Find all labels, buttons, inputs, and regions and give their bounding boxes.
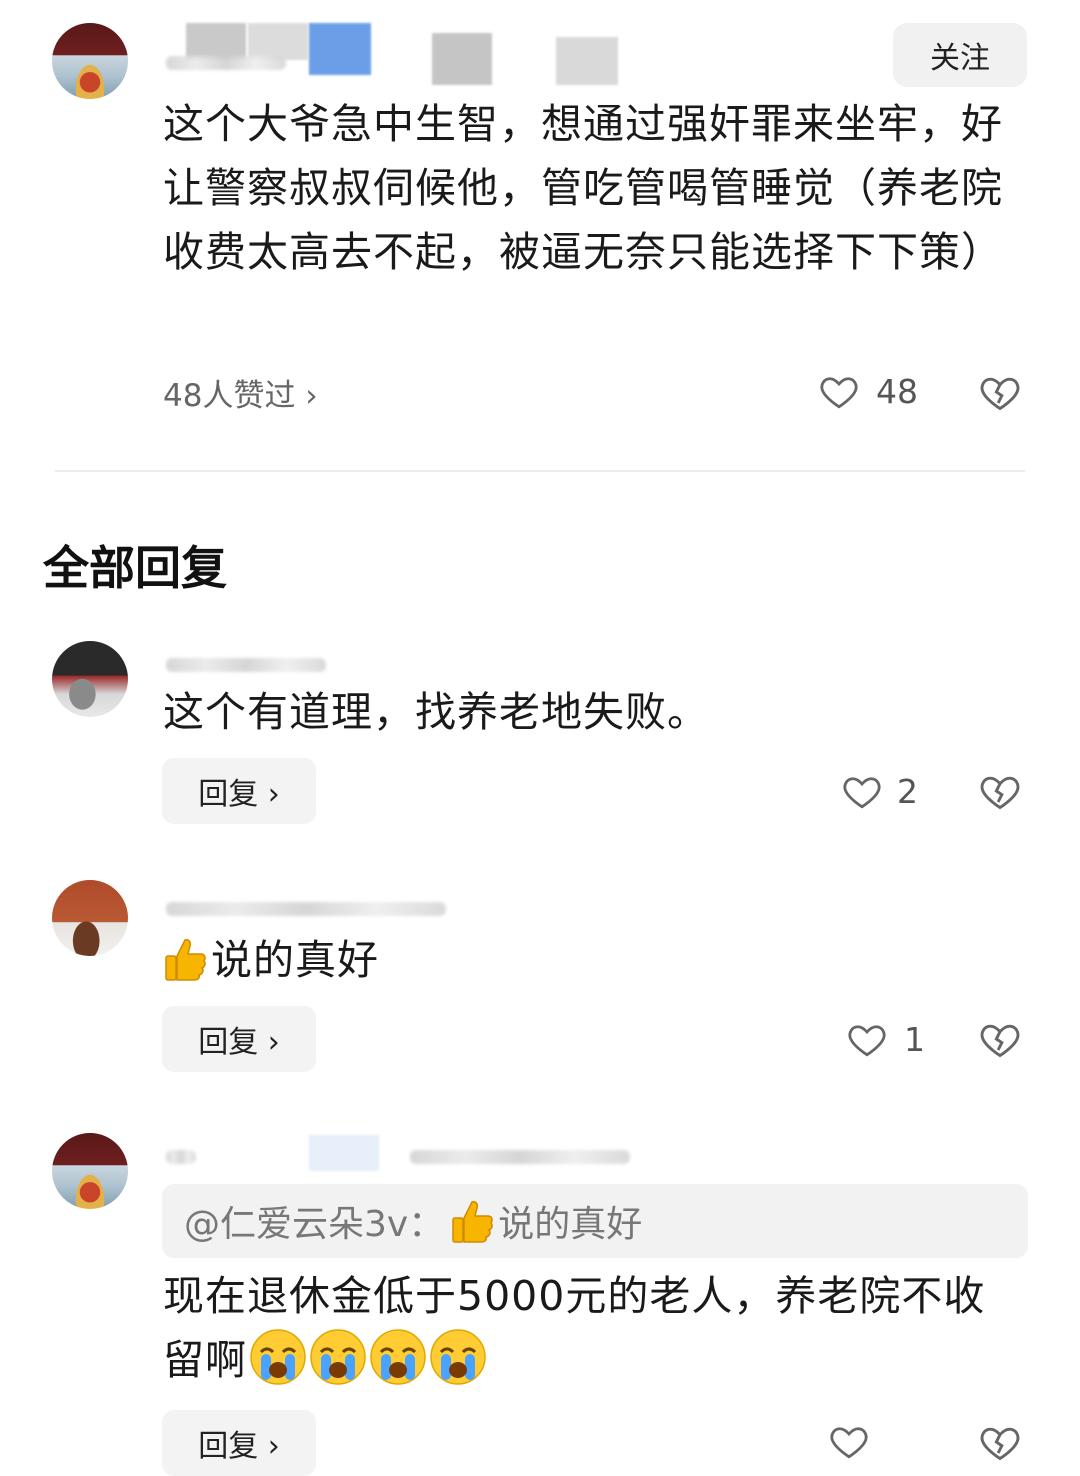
like-button[interactable] — [818, 370, 860, 412]
like-count: 2 — [897, 772, 918, 811]
broken-heart-icon — [980, 776, 1020, 810]
dislike-button[interactable] — [978, 1017, 1022, 1061]
avatar[interactable] — [52, 641, 128, 717]
comment-text: 这个大爷急中生智，想通过强奸罪来坐牢，好让警察叔叔伺候他，管吃管喝管睡觉（养老院… — [163, 100, 1003, 276]
quoted-reply[interactable]: @仁爱云朵3v： 说的真好 — [162, 1184, 1028, 1258]
crying-face-icon — [309, 1328, 367, 1386]
broken-heart-icon — [980, 377, 1020, 411]
like-button[interactable] — [846, 1018, 888, 1060]
dislike-button[interactable] — [978, 1420, 1022, 1464]
divider — [55, 470, 1025, 472]
avatar[interactable] — [52, 1133, 128, 1209]
reply-row: 现在退休金低于5000元的老人，养老院不收留啊 — [163, 1264, 1023, 1392]
reply-button[interactable]: 回复 › — [162, 758, 316, 824]
like-button[interactable] — [828, 1420, 870, 1462]
heart-icon — [820, 377, 858, 409]
follow-button[interactable]: 关注 — [893, 23, 1027, 87]
like-count: 1 — [904, 1020, 925, 1059]
dislike-button[interactable] — [978, 370, 1022, 414]
crying-face-icon — [429, 1328, 487, 1386]
reply-button[interactable]: 回复 › — [162, 1006, 316, 1072]
quote-text: 说的真好 — [498, 1204, 643, 1245]
thumbs-up-icon — [450, 1198, 494, 1244]
broken-heart-icon — [980, 1024, 1020, 1058]
avatar[interactable] — [52, 880, 128, 956]
dislike-button[interactable] — [978, 769, 1022, 813]
username-blurred — [166, 902, 446, 916]
crying-face-icon — [369, 1328, 427, 1386]
section-title: 全部回复 — [43, 541, 227, 595]
like-button[interactable] — [841, 770, 883, 812]
heart-icon — [848, 1025, 886, 1057]
heart-icon — [830, 1427, 868, 1459]
reply-text: 这个有道理，找养老地失败。 — [163, 688, 709, 736]
quote-mention: @仁爱云朵3v： — [184, 1204, 445, 1245]
reply-row: 说的真好 — [163, 928, 1023, 992]
like-count: 48 — [876, 372, 918, 411]
crying-face-icon — [249, 1328, 307, 1386]
heart-icon — [843, 777, 881, 809]
avatar[interactable] — [52, 23, 128, 99]
username-blurred — [166, 658, 326, 672]
reply-text: 说的真好 — [211, 936, 379, 984]
thumbs-up-icon — [163, 936, 207, 982]
broken-heart-icon — [980, 1427, 1020, 1461]
likers-link[interactable]: 48人赞过 › — [163, 370, 318, 415]
reply-button[interactable]: 回复 › — [162, 1410, 316, 1476]
